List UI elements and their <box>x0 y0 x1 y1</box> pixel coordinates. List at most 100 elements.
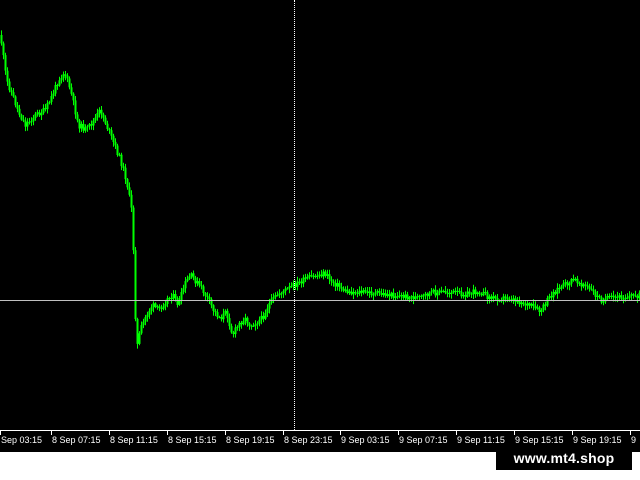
candle-body <box>454 290 457 292</box>
candlestick <box>70 83 73 96</box>
candle-body <box>144 317 147 322</box>
candle-body <box>314 275 317 277</box>
time-tick-label: 9 Sep 03:15 <box>341 435 390 445</box>
candle-body <box>36 112 39 114</box>
candle-body <box>10 90 13 93</box>
candle-body <box>234 327 237 335</box>
candle-body <box>398 295 401 297</box>
candlestick <box>140 321 143 335</box>
candle-body <box>458 290 461 292</box>
candlestick <box>44 103 47 112</box>
candlestick <box>150 304 153 315</box>
candlestick <box>430 288 433 296</box>
candle-body <box>464 295 467 297</box>
candle-body <box>490 296 493 299</box>
candlestick <box>22 115 25 123</box>
candle-body <box>340 287 343 289</box>
candle-body <box>434 289 437 296</box>
candlestick <box>166 295 169 308</box>
candle-body <box>436 292 439 296</box>
candle-body <box>576 278 579 284</box>
candlestick <box>412 291 415 305</box>
candlestick <box>230 323 233 334</box>
candlestick <box>300 278 303 288</box>
candlestick <box>144 314 147 326</box>
candle-body <box>224 310 227 314</box>
candle-body <box>64 74 67 76</box>
candlestick <box>598 294 601 299</box>
candle-body <box>358 290 361 294</box>
candle-body <box>504 296 507 298</box>
time-tick-mark <box>514 431 515 435</box>
candle-body <box>416 296 419 298</box>
candle-body <box>586 285 589 287</box>
candlestick <box>326 269 329 279</box>
candle-body <box>572 279 575 281</box>
candlestick <box>466 287 469 298</box>
candle-body <box>408 297 411 300</box>
candle-body <box>486 292 489 299</box>
candlestick <box>8 78 11 93</box>
candlestick <box>34 111 37 121</box>
candle-body <box>232 332 235 334</box>
candlestick <box>468 288 471 297</box>
candle-body <box>156 306 159 308</box>
candlestick <box>520 300 523 308</box>
candle-body <box>372 294 375 296</box>
time-tick-label: 8 Sep 19:15 <box>226 435 275 445</box>
candle-body <box>588 286 591 289</box>
candlestick <box>582 282 585 289</box>
candlestick <box>136 317 139 349</box>
candlestick <box>528 302 531 309</box>
candlestick <box>392 288 395 301</box>
candlestick <box>450 289 453 299</box>
candle-body <box>100 109 103 115</box>
chart-window[interactable]: Sep 03:15 8 Sep 07:15 8 Sep 11:15 8 Sep … <box>0 0 640 452</box>
candle-body <box>20 114 23 120</box>
candlestick <box>62 71 65 82</box>
candlestick <box>340 282 343 292</box>
candlestick <box>148 308 151 319</box>
time-tick-label: 9 Sep 19:15 <box>573 435 622 445</box>
candle-body <box>328 274 331 280</box>
candlestick <box>260 311 263 325</box>
candlestick <box>272 293 275 304</box>
candlestick <box>422 293 425 300</box>
time-tick-mark <box>398 431 399 435</box>
candlestick <box>208 293 211 304</box>
candlestick <box>484 287 487 296</box>
candlestick <box>124 163 127 184</box>
candlestick <box>254 320 257 331</box>
candle-body <box>66 75 69 79</box>
candlestick-plot[interactable] <box>0 0 640 430</box>
candlestick <box>56 83 59 90</box>
candlestick <box>592 285 595 295</box>
candle-body <box>88 124 91 127</box>
candlestick <box>220 314 223 322</box>
candlestick <box>438 288 441 296</box>
candlestick <box>276 291 279 297</box>
candlestick <box>226 308 229 323</box>
time-tick-mark <box>456 431 457 435</box>
candle-body <box>418 295 421 297</box>
candlestick <box>394 293 397 300</box>
candle-body <box>46 103 49 110</box>
candle-body <box>562 283 565 287</box>
candlestick <box>444 286 447 295</box>
candle-body <box>2 43 5 56</box>
candlestick <box>476 291 479 297</box>
candle-body <box>142 321 145 326</box>
candle-body <box>38 112 41 116</box>
candlestick <box>158 304 161 312</box>
candle-body <box>54 85 57 94</box>
candlestick <box>538 305 541 317</box>
candlestick <box>264 309 267 321</box>
candle-body <box>476 292 479 295</box>
candle-body <box>248 323 251 326</box>
candle-body <box>394 296 397 298</box>
time-tick-mark <box>340 431 341 435</box>
candle-body <box>98 109 101 114</box>
candle-body <box>32 117 35 122</box>
candlestick <box>572 274 575 282</box>
candlestick <box>542 302 545 313</box>
